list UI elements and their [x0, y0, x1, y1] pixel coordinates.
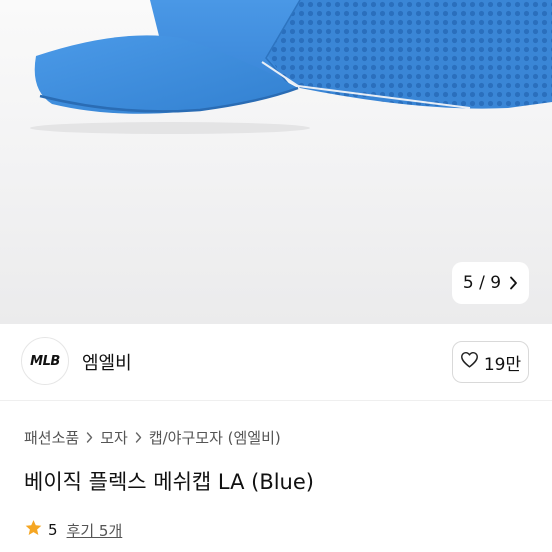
pager-current: 5 — [462, 273, 474, 293]
like-button[interactable]: 19만 — [452, 341, 529, 383]
breadcrumb-item-subcategory[interactable]: 모자 — [100, 427, 128, 448]
star-icon — [24, 519, 43, 541]
breadcrumb-item-category[interactable]: 패션소품 — [24, 427, 79, 448]
product-title: 베이직 플렉스 메쉬캡 LA (Blue) — [24, 470, 314, 494]
rating-score: 5 — [48, 521, 58, 539]
breadcrumb: 패션소품 모자 캡/야구모자 (엠엘비) — [24, 427, 281, 448]
product-image-gallery[interactable]: 5 / 9 — [0, 0, 552, 324]
heart-icon — [460, 351, 479, 373]
brand-logo-text: MLB — [30, 353, 60, 369]
seller-row[interactable]: MLB 엠엘비 19만 — [0, 324, 552, 400]
breadcrumb-item-current[interactable]: 캡/야구모자 (엠엘비) — [149, 427, 281, 448]
like-count: 19만 — [483, 354, 522, 375]
image-pager[interactable]: 5 / 9 — [452, 262, 529, 304]
reviews-link[interactable]: 후기 5개 — [67, 520, 123, 541]
chevron-right-icon — [86, 432, 93, 443]
brand-name[interactable]: 엠엘비 — [82, 349, 132, 375]
chevron-right-icon[interactable] — [509, 276, 518, 290]
brand-logo[interactable]: MLB — [21, 337, 69, 385]
pager-counter: 5 / 9 — [463, 273, 501, 293]
divider — [0, 400, 552, 401]
chevron-right-icon — [135, 432, 142, 443]
pager-separator: / — [479, 273, 485, 293]
pager-total: 9 — [490, 273, 502, 293]
rating-summary: 5 후기 5개 — [24, 519, 122, 541]
